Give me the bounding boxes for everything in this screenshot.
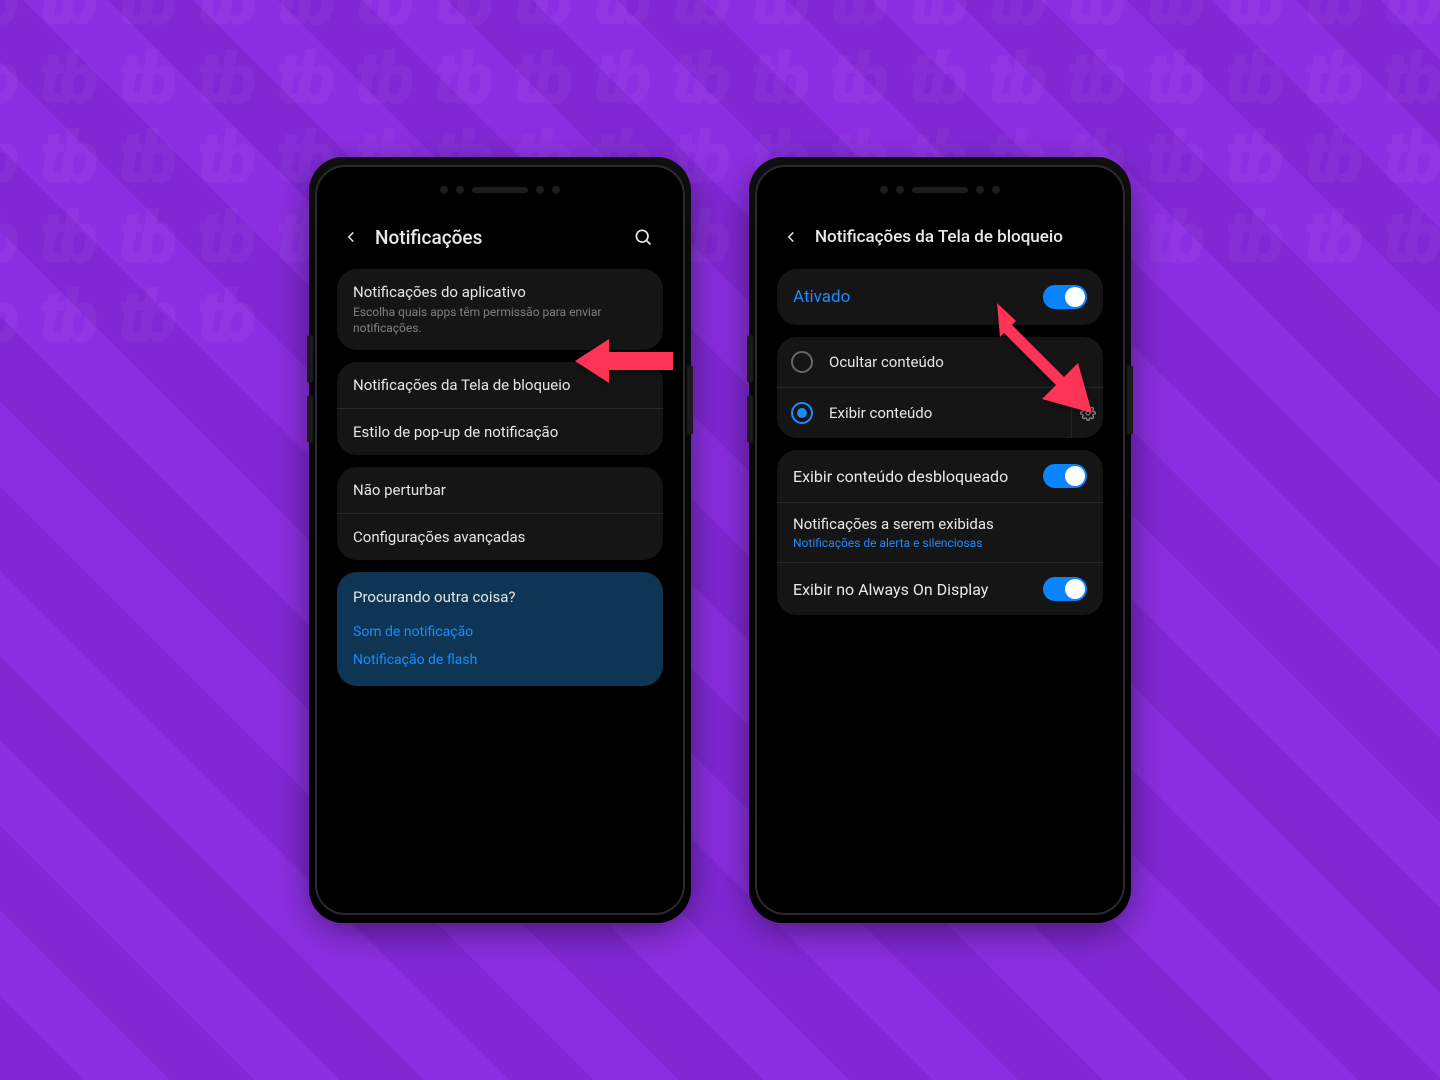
speaker-bar xyxy=(767,179,1113,201)
item-sub: Notificações de alerta e silenciosas xyxy=(793,536,1087,550)
chevron-left-icon xyxy=(782,228,800,246)
volume-down-button xyxy=(307,395,313,443)
group-activated: Ativado xyxy=(777,269,1103,325)
item-label: Notificações a serem exibidas xyxy=(793,515,1087,533)
gear-icon xyxy=(1080,405,1096,421)
activated-toggle[interactable] xyxy=(1043,285,1087,309)
link-flash-notification[interactable]: Notificação de flash xyxy=(353,646,647,674)
volume-up-button xyxy=(747,335,753,383)
radio-icon xyxy=(791,402,813,424)
item-lockscreen-notifications[interactable]: Notificações da Tela de bloqueio xyxy=(337,362,663,408)
radio-icon xyxy=(791,351,813,373)
radio-show-content[interactable]: Exibir conteúdo xyxy=(777,387,1103,438)
power-button xyxy=(1127,365,1133,435)
aod-toggle[interactable] xyxy=(1043,577,1087,601)
group-looking-for: Procurando outra coisa? Som de notificaç… xyxy=(337,572,663,686)
chevron-left-icon xyxy=(342,228,360,246)
group-other: Não perturbar Configurações avançadas xyxy=(337,467,663,560)
stage: Notificações Notificações do aplicativo … xyxy=(0,0,1440,1080)
group-content-radios: Ocultar conteúdo Exibir conteúdo xyxy=(777,337,1103,438)
item-sub: Escolha quais apps têm permissão para en… xyxy=(353,305,647,336)
item-label: Não perturbar xyxy=(353,481,446,499)
item-label: Notificações do aplicativo xyxy=(353,283,647,301)
header-left: Notificações xyxy=(327,207,673,269)
phone-right: Notificações da Tela de bloqueio Ativado… xyxy=(755,165,1125,915)
search-button[interactable] xyxy=(629,223,657,251)
phone-left: Notificações Notificações do aplicativo … xyxy=(315,165,685,915)
radio-hide-content[interactable]: Ocultar conteúdo xyxy=(777,337,1103,387)
back-button[interactable] xyxy=(777,223,805,251)
back-button[interactable] xyxy=(337,223,365,251)
item-do-not-disturb[interactable]: Não perturbar xyxy=(337,467,663,513)
radio-label: Ocultar conteúdo xyxy=(829,353,1089,371)
page-title: Notificações da Tela de bloqueio xyxy=(815,227,1097,247)
volume-down-button xyxy=(747,395,753,443)
item-label: Notificações da Tela de bloqueio xyxy=(353,376,570,394)
item-label: Exibir no Always On Display xyxy=(793,580,988,599)
item-label: Estilo de pop-up de notificação xyxy=(353,423,558,441)
item-unlocked-content[interactable]: Exibir conteúdo desbloqueado xyxy=(777,450,1103,502)
activated-row[interactable]: Ativado xyxy=(777,269,1103,325)
group-notification-style: Notificações da Tela de bloqueio Estilo … xyxy=(337,362,663,455)
phone-left-screen: Notificações Notificações do aplicativo … xyxy=(327,207,673,897)
group-display-options: Exibir conteúdo desbloqueado Notificaçõe… xyxy=(777,450,1103,615)
search-icon xyxy=(633,227,653,247)
radio-label: Exibir conteúdo xyxy=(829,404,1063,422)
group-app-notifications: Notificações do aplicativo Escolha quais… xyxy=(337,269,663,350)
activated-label: Ativado xyxy=(793,287,850,307)
phone-right-screen: Notificações da Tela de bloqueio Ativado… xyxy=(767,207,1113,897)
volume-up-button xyxy=(307,335,313,383)
power-button xyxy=(687,365,693,435)
item-always-on-display[interactable]: Exibir no Always On Display xyxy=(777,562,1103,615)
looking-for-title: Procurando outra coisa? xyxy=(353,588,647,606)
item-notifications-to-show[interactable]: Notificações a serem exibidas Notificaçõ… xyxy=(777,502,1103,562)
show-content-settings-button[interactable] xyxy=(1071,388,1103,438)
item-popup-style[interactable]: Estilo de pop-up de notificação xyxy=(337,408,663,455)
page-title: Notificações xyxy=(375,226,619,249)
item-label: Configurações avançadas xyxy=(353,528,525,546)
item-app-notifications[interactable]: Notificações do aplicativo Escolha quais… xyxy=(337,269,663,350)
header-right: Notificações da Tela de bloqueio xyxy=(767,207,1113,269)
link-notification-sound[interactable]: Som de notificação xyxy=(353,618,647,646)
item-label: Exibir conteúdo desbloqueado xyxy=(793,467,1008,486)
unlocked-toggle[interactable] xyxy=(1043,464,1087,488)
item-advanced-settings[interactable]: Configurações avançadas xyxy=(337,513,663,560)
speaker-bar xyxy=(327,179,673,201)
